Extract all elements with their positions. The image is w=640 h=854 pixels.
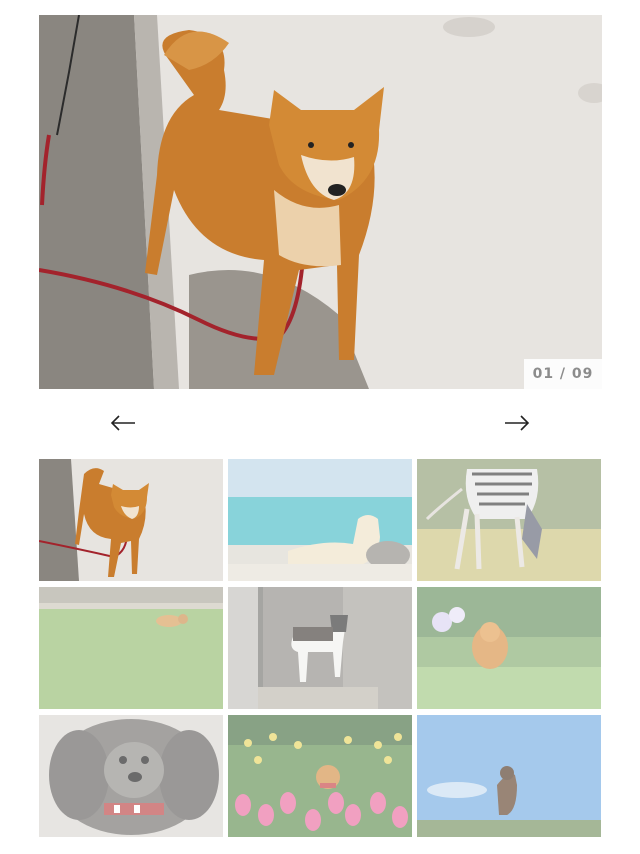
main-slide-image: 01 / 09	[39, 15, 602, 389]
pomeranian-on-grass-image	[417, 587, 601, 709]
previous-slide-button[interactable]	[103, 407, 143, 439]
slide-counter: 01 / 09	[524, 359, 602, 389]
arrow-right-icon	[505, 415, 530, 431]
thumbnail-6[interactable]	[417, 587, 601, 709]
thumbnail-9[interactable]	[417, 715, 601, 837]
thumbnail-3[interactable]	[417, 459, 601, 581]
thumbnail-4[interactable]	[39, 587, 223, 709]
thumbnail-8[interactable]	[228, 715, 412, 837]
thumbnail-grid	[39, 459, 602, 837]
greyhound-in-sweater-image	[417, 459, 601, 581]
thumbnail-1[interactable]	[39, 459, 223, 581]
poodle-portrait-image	[39, 715, 223, 837]
dog-on-lawn-image	[39, 587, 223, 709]
dog-in-doorway-image	[228, 587, 412, 709]
next-slide-button[interactable]	[497, 407, 537, 439]
shiba-on-pavement-image	[39, 459, 223, 581]
shiba-photo	[39, 15, 602, 389]
thumbnail-7[interactable]	[39, 715, 223, 837]
thumbnail-2[interactable]	[228, 459, 412, 581]
thumbnail-5[interactable]	[228, 587, 412, 709]
dog-on-beach-image	[228, 459, 412, 581]
shiba-in-tulips-image	[228, 715, 412, 837]
dog-under-sky-image	[417, 715, 601, 837]
arrow-left-icon	[110, 415, 135, 431]
